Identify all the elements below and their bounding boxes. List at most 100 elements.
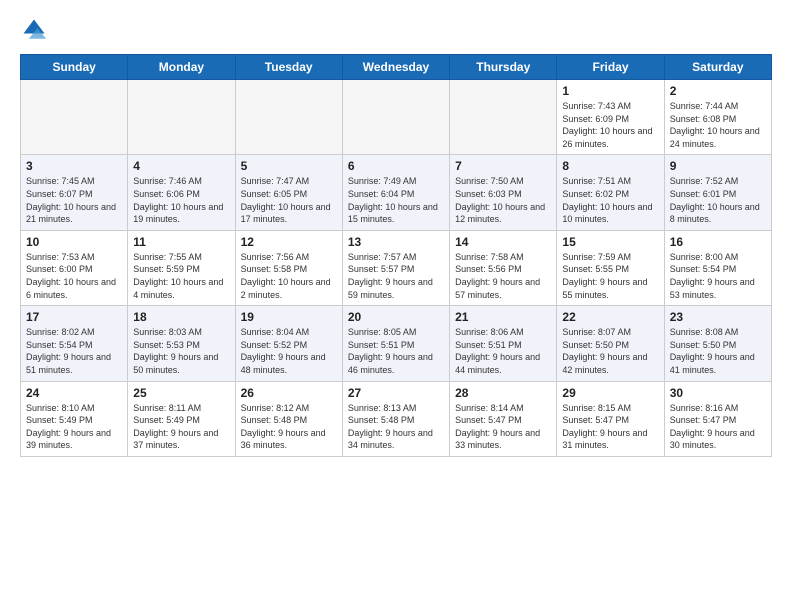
- day-info: Sunrise: 8:07 AMSunset: 5:50 PMDaylight:…: [562, 326, 658, 376]
- day-info: Sunrise: 7:57 AMSunset: 5:57 PMDaylight:…: [348, 251, 444, 301]
- calendar-cell: [128, 80, 235, 155]
- calendar-cell: [235, 80, 342, 155]
- calendar-cell: 18 Sunrise: 8:03 AMSunset: 5:53 PMDayligh…: [128, 306, 235, 381]
- day-number: 20: [348, 310, 444, 324]
- calendar-cell: 20 Sunrise: 8:05 AMSunset: 5:51 PMDayligh…: [342, 306, 449, 381]
- calendar-cell: 3 Sunrise: 7:45 AMSunset: 6:07 PMDaylight…: [21, 155, 128, 230]
- day-number: 2: [670, 84, 766, 98]
- calendar-cell: 28Sunrise: 8:14 AMSunset: 5:47 PMDayligh…: [450, 381, 557, 456]
- calendar-cell: 9Sunrise: 7:52 AMSunset: 6:01 PMDaylight…: [664, 155, 771, 230]
- weekday-header-saturday: Saturday: [664, 55, 771, 80]
- day-info: Sunrise: 7:45 AMSunset: 6:07 PMDaylight:…: [26, 175, 122, 225]
- calendar-cell: 19 Sunrise: 8:04 AMSunset: 5:52 PMDayligh…: [235, 306, 342, 381]
- day-number: 26: [241, 386, 337, 400]
- calendar-cell: 10Sunrise: 7:53 AMSunset: 6:00 PMDayligh…: [21, 230, 128, 305]
- day-number: 17: [26, 310, 122, 324]
- day-info: Sunrise: 8:03 AMSunset: 5:53 PMDaylight:…: [133, 326, 229, 376]
- weekday-header-wednesday: Wednesday: [342, 55, 449, 80]
- page: SundayMondayTuesdayWednesdayThursdayFrid…: [0, 0, 792, 469]
- day-info: Sunrise: 8:13 AMSunset: 5:48 PMDaylight:…: [348, 402, 444, 452]
- day-info: Sunrise: 8:05 AMSunset: 5:51 PMDaylight:…: [348, 326, 444, 376]
- weekday-header-tuesday: Tuesday: [235, 55, 342, 80]
- calendar-cell: 14 Sunrise: 7:58 AMSunset: 5:56 PMDayligh…: [450, 230, 557, 305]
- day-number: 14: [455, 235, 551, 249]
- day-number: 11: [133, 235, 229, 249]
- day-number: 6: [348, 159, 444, 173]
- calendar-cell: 30Sunrise: 8:16 AMSunset: 5:47 PMDayligh…: [664, 381, 771, 456]
- day-info: Sunrise: 7:52 AMSunset: 6:01 PMDaylight:…: [670, 175, 766, 225]
- day-number: 29: [562, 386, 658, 400]
- day-info: Sunrise: 7:58 AMSunset: 5:56 PMDaylight:…: [455, 251, 551, 301]
- calendar-cell: 17 Sunrise: 8:02 AMSunset: 5:54 PMDayligh…: [21, 306, 128, 381]
- weekday-header-thursday: Thursday: [450, 55, 557, 80]
- calendar-cell: 11 Sunrise: 7:55 AMSunset: 5:59 PMDayligh…: [128, 230, 235, 305]
- header: [20, 16, 772, 44]
- calendar-cell: 29 Sunrise: 8:15 AMSunset: 5:47 PMDayligh…: [557, 381, 664, 456]
- day-info: Sunrise: 8:11 AMSunset: 5:49 PMDaylight:…: [133, 402, 229, 452]
- day-info: Sunrise: 7:49 AMSunset: 6:04 PMDaylight:…: [348, 175, 444, 225]
- day-number: 4: [133, 159, 229, 173]
- day-number: 30: [670, 386, 766, 400]
- day-info: Sunrise: 8:04 AMSunset: 5:52 PMDaylight:…: [241, 326, 337, 376]
- day-number: 24: [26, 386, 122, 400]
- weekday-header-monday: Monday: [128, 55, 235, 80]
- logo-icon: [20, 16, 48, 44]
- calendar-cell: 23Sunrise: 8:08 AMSunset: 5:50 PMDayligh…: [664, 306, 771, 381]
- calendar-cell: 21 Sunrise: 8:06 AMSunset: 5:51 PMDayligh…: [450, 306, 557, 381]
- calendar-cell: 6 Sunrise: 7:49 AMSunset: 6:04 PMDaylight…: [342, 155, 449, 230]
- day-info: Sunrise: 7:55 AMSunset: 5:59 PMDaylight:…: [133, 251, 229, 301]
- week-row-2: 3 Sunrise: 7:45 AMSunset: 6:07 PMDaylight…: [21, 155, 772, 230]
- day-info: Sunrise: 8:15 AMSunset: 5:47 PMDaylight:…: [562, 402, 658, 452]
- day-number: 7: [455, 159, 551, 173]
- day-info: Sunrise: 7:53 AMSunset: 6:00 PMDaylight:…: [26, 251, 122, 301]
- calendar-cell: 13 Sunrise: 7:57 AMSunset: 5:57 PMDayligh…: [342, 230, 449, 305]
- day-info: Sunrise: 8:06 AMSunset: 5:51 PMDaylight:…: [455, 326, 551, 376]
- calendar-cell: 4 Sunrise: 7:46 AMSunset: 6:06 PMDaylight…: [128, 155, 235, 230]
- weekday-header-friday: Friday: [557, 55, 664, 80]
- day-info: Sunrise: 7:56 AMSunset: 5:58 PMDaylight:…: [241, 251, 337, 301]
- calendar-header: SundayMondayTuesdayWednesdayThursdayFrid…: [21, 55, 772, 80]
- day-number: 25: [133, 386, 229, 400]
- day-number: 3: [26, 159, 122, 173]
- day-info: Sunrise: 7:51 AMSunset: 6:02 PMDaylight:…: [562, 175, 658, 225]
- calendar-cell: 2Sunrise: 7:44 AMSunset: 6:08 PMDaylight…: [664, 80, 771, 155]
- calendar-cell: [450, 80, 557, 155]
- day-info: Sunrise: 8:10 AMSunset: 5:49 PMDaylight:…: [26, 402, 122, 452]
- day-info: Sunrise: 7:43 AMSunset: 6:09 PMDaylight:…: [562, 100, 658, 150]
- day-info: Sunrise: 7:50 AMSunset: 6:03 PMDaylight:…: [455, 175, 551, 225]
- day-info: Sunrise: 8:02 AMSunset: 5:54 PMDaylight:…: [26, 326, 122, 376]
- day-number: 15: [562, 235, 658, 249]
- calendar-cell: 15 Sunrise: 7:59 AMSunset: 5:55 PMDayligh…: [557, 230, 664, 305]
- day-number: 18: [133, 310, 229, 324]
- calendar-cell: [342, 80, 449, 155]
- calendar-cell: 12 Sunrise: 7:56 AMSunset: 5:58 PMDayligh…: [235, 230, 342, 305]
- calendar-cell: 16 Sunrise: 8:00 AMSunset: 5:54 PMDayligh…: [664, 230, 771, 305]
- calendar-cell: 22 Sunrise: 8:07 AMSunset: 5:50 PMDayligh…: [557, 306, 664, 381]
- day-info: Sunrise: 7:59 AMSunset: 5:55 PMDaylight:…: [562, 251, 658, 301]
- calendar-cell: 8Sunrise: 7:51 AMSunset: 6:02 PMDaylight…: [557, 155, 664, 230]
- week-row-3: 10Sunrise: 7:53 AMSunset: 6:00 PMDayligh…: [21, 230, 772, 305]
- weekday-header-sunday: Sunday: [21, 55, 128, 80]
- calendar-cell: 26 Sunrise: 8:12 AMSunset: 5:48 PMDayligh…: [235, 381, 342, 456]
- calendar-cell: 25 Sunrise: 8:11 AMSunset: 5:49 PMDayligh…: [128, 381, 235, 456]
- day-info: Sunrise: 8:00 AMSunset: 5:54 PMDaylight:…: [670, 251, 766, 301]
- weekday-row: SundayMondayTuesdayWednesdayThursdayFrid…: [21, 55, 772, 80]
- day-info: Sunrise: 7:47 AMSunset: 6:05 PMDaylight:…: [241, 175, 337, 225]
- day-info: Sunrise: 7:46 AMSunset: 6:06 PMDaylight:…: [133, 175, 229, 225]
- calendar-body: 1Sunrise: 7:43 AMSunset: 6:09 PMDaylight…: [21, 80, 772, 457]
- day-number: 22: [562, 310, 658, 324]
- day-info: Sunrise: 8:12 AMSunset: 5:48 PMDaylight:…: [241, 402, 337, 452]
- calendar: SundayMondayTuesdayWednesdayThursdayFrid…: [20, 54, 772, 457]
- calendar-cell: 5Sunrise: 7:47 AMSunset: 6:05 PMDaylight…: [235, 155, 342, 230]
- day-number: 19: [241, 310, 337, 324]
- week-row-1: 1Sunrise: 7:43 AMSunset: 6:09 PMDaylight…: [21, 80, 772, 155]
- day-number: 23: [670, 310, 766, 324]
- day-number: 27: [348, 386, 444, 400]
- calendar-cell: 27 Sunrise: 8:13 AMSunset: 5:48 PMDayligh…: [342, 381, 449, 456]
- day-number: 16: [670, 235, 766, 249]
- day-number: 28: [455, 386, 551, 400]
- calendar-cell: 7 Sunrise: 7:50 AMSunset: 6:03 PMDaylight…: [450, 155, 557, 230]
- day-number: 12: [241, 235, 337, 249]
- day-number: 21: [455, 310, 551, 324]
- day-number: 13: [348, 235, 444, 249]
